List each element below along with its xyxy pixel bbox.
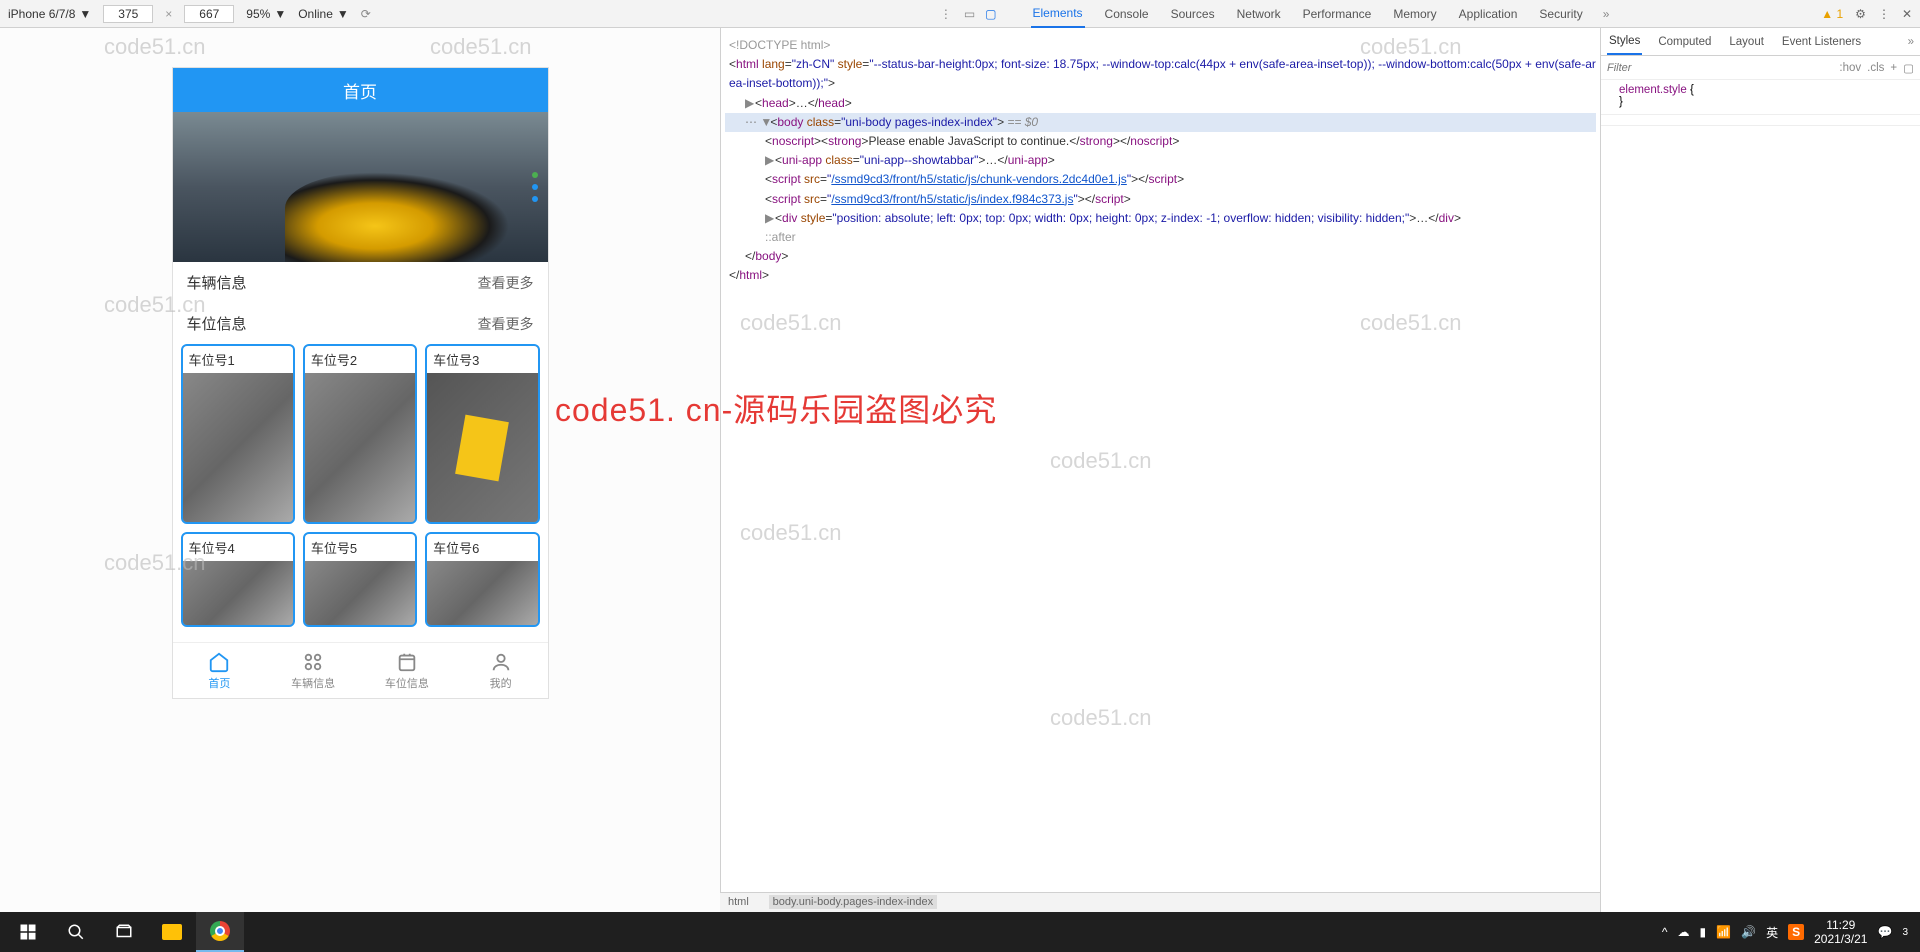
parking-grid: 车位号1 车位号2 车位号3 车位号4 车位号5 车位号6 [173,344,548,627]
styles-pane: Styles Computed Layout Event Listeners »… [1600,28,1920,912]
chrome-icon[interactable] [196,912,244,952]
tabs-overflow-icon[interactable]: » [1603,7,1610,21]
tab-security[interactable]: Security [1537,1,1584,27]
height-input[interactable]: 667 [184,5,234,23]
styles-rules[interactable]: element.style {}</span><div><span class=… [1601,80,1920,912]
parking-card[interactable]: 车位号1 [181,344,295,524]
ime-indicator[interactable]: 英 [1766,924,1778,941]
parking-card[interactable]: 车位号4 [181,532,295,627]
styles-filter-input[interactable] [1607,62,1833,74]
expand-icon[interactable]: ▢ [1903,61,1914,75]
tabbar-mine[interactable]: 我的 [454,643,548,698]
section-parking-label: 车位信息 [187,313,247,334]
calendar-icon [396,651,418,673]
device-selector[interactable]: iPhone 6/7/8▼ [8,7,91,21]
stab-computed[interactable]: Computed [1656,30,1713,54]
home-icon [208,651,230,673]
notification-icon[interactable]: 💬 [1877,925,1892,939]
section-parking: 车位信息 查看更多 [173,303,548,344]
carousel-dots [532,172,538,202]
tab-console[interactable]: Console [1103,1,1151,27]
windows-taskbar: ^ ☁ ▮ 📶 🔊 英 S 11:29 2021/3/21 💬 3 [0,912,1920,952]
parking-more-link[interactable]: 查看更多 [478,314,534,334]
devtools-toolbar: iPhone 6/7/8▼ 375 × 667 95%▼ Online▼ ⟳ ⋮… [0,0,1920,28]
parking-card[interactable]: 车位号3 [425,344,539,524]
parking-card[interactable]: 车位号6 [425,532,539,627]
user-icon [490,651,512,673]
system-tray: ^ ☁ ▮ 📶 🔊 英 S 11:29 2021/3/21 💬 3 [1662,918,1916,947]
tabbar-home[interactable]: 首页 [173,643,267,698]
search-button[interactable] [52,912,100,952]
tabbar-vehicle[interactable]: 车辆信息 [266,643,360,698]
section-vehicle: 车辆信息 查看更多 [173,262,548,303]
tray-cloud-icon[interactable]: ☁ [1678,925,1690,939]
taskbar-clock[interactable]: 11:29 2021/3/21 [1814,918,1867,947]
panel-tabs: Elements Console Sources Network Perform… [1031,0,1610,28]
zoom-selector[interactable]: 95%▼ [246,7,286,21]
tray-expand-icon[interactable]: ^ [1662,925,1668,939]
dom-tree[interactable]: <!DOCTYPE html> <html lang="zh-CN" style… [721,28,1600,912]
device-preview-pane: 首页 车辆信息 查看更多 车位信息 查看更多 车位号1 车位号2 车位号3 车位… [0,28,720,912]
width-input[interactable]: 375 [103,5,153,23]
styles-filter-row: :hov .cls + ▢ [1601,56,1920,80]
warnings-badge[interactable]: ▲ 1 [1821,7,1843,21]
tab-performance[interactable]: Performance [1301,1,1374,27]
tray-battery-icon[interactable]: ▮ [1700,925,1707,939]
stab-layout[interactable]: Layout [1727,30,1766,54]
tab-sources[interactable]: Sources [1169,1,1217,27]
tabbar-parking[interactable]: 车位信息 [360,643,454,698]
explorer-icon[interactable] [148,912,196,952]
dom-breadcrumb[interactable]: html body.uni-body.pages-index-index [720,892,1600,912]
rotate-icon[interactable]: ⟳ [361,7,371,21]
parking-card[interactable]: 车位号5 [303,532,417,627]
tab-application[interactable]: Application [1457,1,1520,27]
dimension-separator: × [165,7,172,21]
device-toggle-icon[interactable]: ▢ [985,7,996,21]
toolbar-more-icon[interactable]: ⋮ [940,7,952,21]
inspect-icon[interactable]: ▭ [964,7,975,21]
throttle-selector[interactable]: Online▼ [298,7,349,21]
tray-sogou-icon[interactable]: S [1788,924,1804,940]
overlay-warning-text: code51. cn-源码乐园盗图必究 [555,385,997,431]
menu-icon[interactable]: ⋮ [1878,7,1890,21]
cls-toggle[interactable]: .cls [1867,62,1884,74]
settings-icon[interactable]: ⚙ [1855,7,1866,21]
banner-image[interactable] [173,112,548,262]
hov-toggle[interactable]: :hov [1839,62,1861,74]
start-button[interactable] [4,912,52,952]
taskview-button[interactable] [100,912,148,952]
styles-tabs: Styles Computed Layout Event Listeners » [1601,28,1920,56]
grid-icon [302,651,324,673]
tray-wifi-icon[interactable]: 📶 [1716,925,1731,939]
tray-volume-icon[interactable]: 🔊 [1741,925,1756,939]
notification-count: 3 [1902,927,1908,938]
app-header: 首页 [173,68,548,112]
styles-overflow-icon[interactable]: » [1908,36,1914,48]
add-rule-button[interactable]: + [1890,62,1897,74]
vehicle-more-link[interactable]: 查看更多 [478,273,534,293]
section-vehicle-label: 车辆信息 [187,272,247,293]
stab-events[interactable]: Event Listeners [1780,30,1863,54]
stab-styles[interactable]: Styles [1607,29,1642,55]
phone-frame: 首页 车辆信息 查看更多 车位信息 查看更多 车位号1 车位号2 车位号3 车位… [173,68,548,698]
tab-network[interactable]: Network [1235,1,1283,27]
tab-elements[interactable]: Elements [1031,0,1085,28]
tab-memory[interactable]: Memory [1391,1,1438,27]
close-devtools-icon[interactable]: ✕ [1902,7,1912,21]
parking-card[interactable]: 车位号2 [303,344,417,524]
tab-bar: 首页 车辆信息 车位信息 我的 [173,642,548,698]
